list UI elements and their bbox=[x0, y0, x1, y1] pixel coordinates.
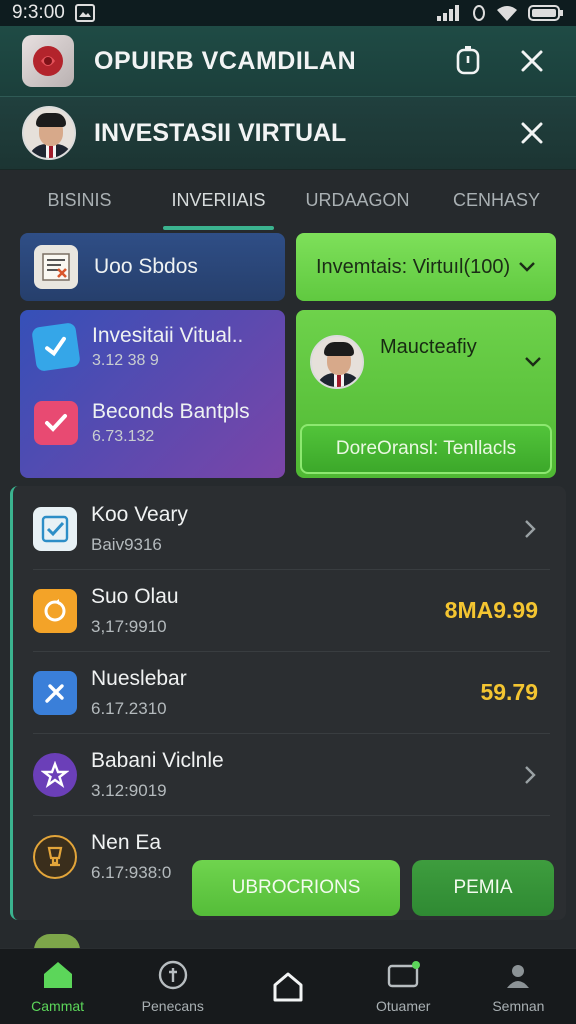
trophy-icon bbox=[33, 835, 77, 879]
app-header: OPUIRB VCAMDILAN bbox=[0, 26, 576, 96]
nav-label: Cammat bbox=[31, 997, 85, 1014]
alarm-icon bbox=[473, 5, 485, 21]
nav-item-semnan[interactable]: Semnan bbox=[461, 949, 576, 1024]
nav-label: Penecans bbox=[141, 997, 204, 1014]
sub-header-title: INVESTASII VIRTUAL bbox=[94, 118, 347, 147]
list-item[interactable]: Suo Olau 3,17:9910 8MA9.99 bbox=[33, 570, 550, 652]
coin-icon bbox=[158, 960, 187, 989]
list-item-sub: 3.12:9019 bbox=[91, 780, 167, 800]
home-icon bbox=[43, 961, 72, 988]
purple-item-2-sub: 6.73.132 bbox=[92, 428, 155, 445]
image-icon bbox=[74, 4, 95, 22]
list-item[interactable]: Koo Veary Baiv9316 bbox=[33, 488, 550, 570]
battery-icon bbox=[528, 5, 563, 21]
heart-check-icon bbox=[34, 401, 78, 445]
document-icon bbox=[34, 245, 78, 289]
close-icon bbox=[521, 50, 543, 72]
tab-cenhasy[interactable]: CENHASY bbox=[427, 172, 566, 230]
green-profile-row[interactable]: Maucteafiy bbox=[310, 322, 542, 402]
bottom-nav: Cammat Penecans Otuamer Semnan bbox=[0, 948, 576, 1024]
timer-button[interactable] bbox=[446, 39, 490, 83]
subscriptions-button[interactable]: UBROCRIONS bbox=[192, 860, 400, 916]
chevron-right-icon bbox=[525, 519, 536, 538]
profile-icon bbox=[507, 964, 530, 988]
green-profile-title: Maucteafiy bbox=[380, 335, 477, 358]
tab-bisinis[interactable]: BISINIS bbox=[10, 172, 149, 230]
pemia-button[interactable]: PEMIA bbox=[412, 860, 554, 916]
star-icon bbox=[33, 752, 77, 797]
wallet-icon bbox=[388, 960, 421, 987]
signal-icon bbox=[437, 5, 459, 21]
profile-avatar bbox=[310, 335, 364, 389]
virtual-investment-label: Invemtais: Virtuıl(100) bbox=[316, 255, 511, 278]
chevron-down-icon bbox=[525, 357, 541, 367]
purple-summary-card: Invesitaii Vitual.. 3.12 38 9 Beconds Ba… bbox=[20, 310, 285, 478]
timer-icon bbox=[456, 46, 480, 75]
list-item[interactable]: Babani Viclnle 3.12:9019 bbox=[33, 734, 550, 816]
sub-close-button[interactable] bbox=[510, 111, 554, 155]
tab-bar: BISINIS INVERIIAIS URDAAGON CENHASY bbox=[10, 172, 566, 230]
purple-item-1-title: Invesitaii Vitual.. bbox=[92, 324, 244, 347]
list-item-sub: 6.17.2310 bbox=[91, 698, 167, 718]
shield-check-icon bbox=[31, 322, 81, 372]
list-item-amount: 59.79 bbox=[480, 679, 538, 705]
list-item-title: Babani Viclnle bbox=[91, 748, 224, 772]
home-outline-icon bbox=[273, 972, 303, 1001]
chevron-right-icon bbox=[525, 765, 536, 784]
status-time: 9:3:00 bbox=[12, 2, 65, 23]
app-title: OPUIRB VCAMDILAN bbox=[94, 46, 357, 75]
sobos-card[interactable]: Uoo Sbdos bbox=[20, 233, 285, 301]
list-item[interactable]: Nueslebar 6.17.2310 59.79 bbox=[33, 652, 550, 734]
purple-item-1-sub: 3.12 38 9 bbox=[92, 352, 159, 369]
tab-inveriiais[interactable]: INVERIIAIS bbox=[149, 172, 288, 230]
tools-icon bbox=[33, 670, 77, 715]
tab-urdaagon[interactable]: URDAAGON bbox=[288, 172, 427, 230]
app-logo bbox=[22, 35, 74, 87]
nav-item-penecans[interactable]: Penecans bbox=[115, 949, 230, 1024]
contacts-button[interactable]: DoreOransl: Tenllacls bbox=[300, 424, 552, 474]
transaction-list: Koo Veary Baiv9316 Suo Olau 3,17:9910 8M… bbox=[10, 486, 566, 920]
rose-logo-icon bbox=[33, 46, 63, 76]
nav-label: Semnan bbox=[492, 997, 545, 1014]
list-item-sub: Baiv9316 bbox=[91, 534, 162, 554]
list-item-title: Nen Ea bbox=[91, 831, 162, 854]
purple-item-2[interactable]: Beconds Bantpls 6.73.132 bbox=[34, 400, 271, 446]
purple-item-1[interactable]: Invesitaii Vitual.. 3.12 38 9 bbox=[31, 322, 271, 372]
list-item-title: Koo Veary bbox=[91, 502, 188, 526]
list-item-amount: 8MA9.99 bbox=[444, 597, 538, 623]
nav-label: Otuamer bbox=[375, 997, 431, 1014]
chevron-down-icon bbox=[519, 262, 535, 272]
nav-item-cammat[interactable]: Cammat bbox=[0, 949, 115, 1024]
wifi-icon bbox=[497, 6, 517, 21]
nav-item-home[interactable] bbox=[230, 949, 345, 1024]
sub-header: INVESTASII VIRTUAL bbox=[0, 96, 576, 170]
list-item-title: Nueslebar bbox=[91, 666, 187, 690]
purple-item-2-title: Beconds Bantpls bbox=[92, 400, 250, 423]
virtual-investment-card[interactable]: Invemtais: Virtuıl(100) bbox=[296, 233, 556, 301]
close-icon bbox=[521, 122, 543, 144]
sobos-label: Uoo Sbdos bbox=[94, 255, 198, 278]
green-profile-card: Maucteafiy DoreOransl: Tenllacls bbox=[296, 310, 556, 478]
refresh-coin-icon bbox=[33, 588, 77, 633]
avatar bbox=[22, 106, 76, 160]
status-bar: 9:3:00 bbox=[0, 0, 576, 26]
list-item-sub: 3,17:9910 bbox=[91, 616, 167, 636]
checkbox-icon bbox=[33, 506, 77, 551]
close-button[interactable] bbox=[510, 39, 554, 83]
nav-item-otuamer[interactable]: Otuamer bbox=[346, 949, 461, 1024]
list-item-title: Suo Olau bbox=[91, 584, 179, 608]
